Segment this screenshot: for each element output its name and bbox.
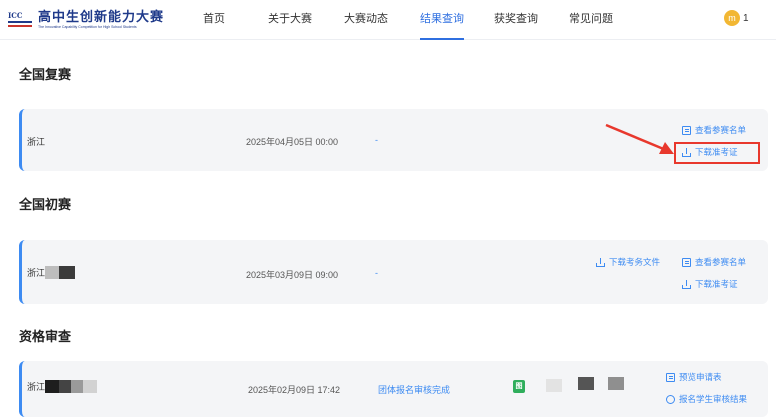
search-icon bbox=[666, 394, 675, 404]
top-nav-bar: ICC 高中生创新能力大赛 The Innovative Capability … bbox=[0, 0, 776, 40]
preliminary-date: 2025年03月09日 09:00 bbox=[246, 270, 339, 280]
download-icon bbox=[596, 257, 605, 267]
highlight-box bbox=[674, 142, 760, 164]
qualification-review-result-link[interactable]: 报名学生审核结果 bbox=[666, 393, 747, 405]
section-title-qualification: 资格审查 bbox=[19, 329, 72, 344]
preliminary-download-ticket-label: 下载准考证 bbox=[695, 279, 738, 289]
qualification-province: 浙江 bbox=[27, 380, 98, 393]
nav-about[interactable]: 关于大赛 bbox=[268, 0, 312, 40]
list-icon bbox=[682, 125, 691, 135]
logo-mark-text: ICC bbox=[8, 11, 23, 20]
site-logo[interactable]: ICC 高中生创新能力大赛 The Innovative Capability … bbox=[8, 9, 164, 31]
final-status: - bbox=[375, 135, 378, 145]
final-province-text: 浙江 bbox=[27, 137, 46, 147]
nav-faq[interactable]: 常见问题 bbox=[569, 0, 613, 40]
image-file-icon[interactable]: 图 bbox=[513, 380, 525, 393]
redacted-block bbox=[71, 380, 84, 393]
section-title-preliminary: 全国初赛 bbox=[19, 197, 72, 212]
redacted-block bbox=[546, 379, 562, 392]
preliminary-view-list-label: 查看参赛名单 bbox=[695, 257, 747, 267]
nav-results[interactable]: 结果查询 bbox=[420, 0, 464, 40]
download-icon bbox=[682, 279, 691, 289]
nav-awards[interactable]: 获奖查询 bbox=[494, 0, 538, 40]
qualification-status: 团体报名审核完成 bbox=[378, 385, 451, 395]
final-view-list-link[interactable]: 查看参赛名单 bbox=[682, 124, 746, 136]
preliminary-download-ticket-link[interactable]: 下载准考证 bbox=[682, 278, 738, 290]
preliminary-view-list-link[interactable]: 查看参赛名单 bbox=[682, 256, 746, 268]
redacted-block bbox=[608, 377, 624, 390]
list-icon bbox=[666, 372, 675, 382]
nav-home[interactable]: 首页 bbox=[203, 0, 225, 40]
redacted-block bbox=[83, 380, 98, 393]
section-title-final: 全国复赛 bbox=[19, 67, 72, 82]
qualification-review-result-label: 报名学生审核结果 bbox=[679, 394, 748, 404]
avatar[interactable]: m bbox=[724, 10, 740, 26]
redacted-block bbox=[45, 380, 60, 393]
user-menu[interactable]: m 1 bbox=[724, 10, 749, 26]
nav-news[interactable]: 大赛动态 bbox=[344, 0, 388, 40]
logo-mark-icon: ICC bbox=[8, 11, 32, 29]
preliminary-status: - bbox=[375, 268, 378, 278]
redacted-block bbox=[59, 266, 76, 279]
redacted-block bbox=[578, 377, 594, 390]
preliminary-download-exam-file-link[interactable]: 下载考务文件 bbox=[596, 256, 660, 268]
notification-count: 1 bbox=[743, 12, 749, 24]
logo-title: 高中生创新能力大赛 bbox=[38, 10, 165, 25]
qualification-date: 2025年02月09日 17:42 bbox=[248, 385, 341, 395]
redacted-block bbox=[59, 380, 72, 393]
final-view-list-label: 查看参赛名单 bbox=[695, 125, 747, 135]
qualification-preview-form-label: 预览申请表 bbox=[679, 372, 722, 382]
preliminary-province: 浙江 bbox=[27, 266, 76, 279]
preliminary-card bbox=[19, 240, 768, 304]
qualification-province-text: 浙江 bbox=[27, 382, 46, 392]
logo-subtitle: The Innovative Capability Competition fo… bbox=[38, 25, 137, 29]
qualification-preview-form-link[interactable]: 预览申请表 bbox=[666, 371, 722, 383]
list-icon bbox=[682, 257, 691, 267]
preliminary-province-text: 浙江 bbox=[27, 268, 46, 278]
preliminary-download-exam-file-label: 下载考务文件 bbox=[609, 257, 661, 267]
annotation-arrow-icon bbox=[605, 123, 674, 154]
final-province: 浙江 bbox=[27, 135, 45, 148]
final-date: 2025年04月05日 00:00 bbox=[246, 137, 339, 147]
redacted-block bbox=[45, 266, 60, 279]
